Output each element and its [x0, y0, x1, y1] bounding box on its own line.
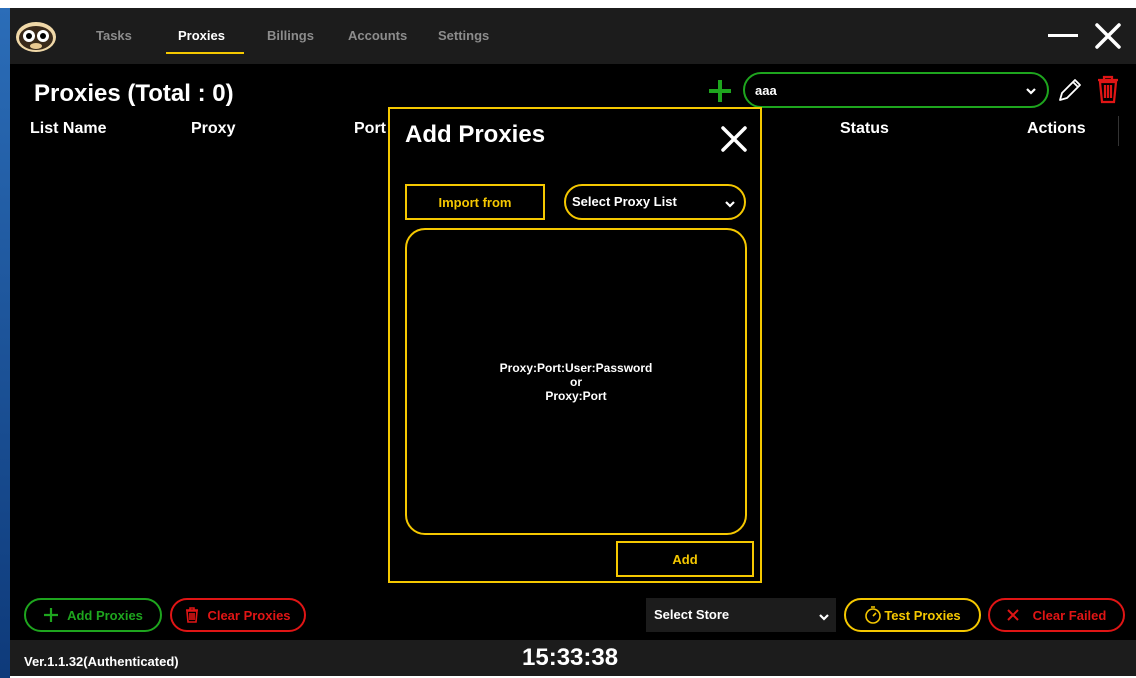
column-header-status: Status	[840, 120, 889, 137]
desktop-edge	[0, 8, 10, 678]
test-proxies-button[interactable]: Test Proxies	[844, 598, 981, 632]
close-icon[interactable]	[720, 125, 748, 153]
placeholder-line: or	[570, 374, 582, 389]
clear-proxies-label: Clear Proxies	[207, 607, 291, 623]
page-title: Proxies (Total : 0)	[34, 80, 234, 107]
trash-icon[interactable]	[1096, 74, 1120, 104]
monkey-logo-icon	[14, 20, 58, 54]
tab-proxies[interactable]: Proxies	[178, 28, 225, 43]
app-window: Tasks Proxies Billings Accounts Settings…	[10, 8, 1136, 676]
tab-settings[interactable]: Settings	[438, 28, 489, 43]
select-proxy-list-value: Select Proxy List	[572, 194, 677, 209]
trash-icon	[186, 607, 199, 623]
add-proxies-button[interactable]: Add Proxies	[24, 598, 162, 632]
clock: 15:33:38	[522, 644, 619, 671]
close-icon[interactable]	[1094, 22, 1122, 50]
proxy-list-select-value: aaa	[755, 83, 777, 98]
chevron-down-icon	[724, 197, 736, 209]
stopwatch-icon	[865, 606, 882, 624]
column-header-actions: Actions	[1027, 120, 1086, 137]
modal-title: Add Proxies	[405, 121, 546, 148]
tab-billings[interactable]: Billings	[267, 28, 314, 43]
x-icon	[1006, 609, 1019, 621]
column-divider	[1118, 116, 1119, 146]
clear-failed-button[interactable]: Clear Failed	[988, 598, 1125, 632]
proxy-textarea[interactable]: Proxy:Port:User:Password or Proxy:Port	[405, 228, 747, 535]
add-proxies-modal: Add Proxies Import from Select Proxy Lis…	[388, 107, 762, 583]
placeholder-line: Proxy:Port	[545, 388, 607, 403]
select-store-value: Select Store	[654, 607, 730, 622]
add-button[interactable]: Add	[616, 541, 754, 577]
proxy-list-select[interactable]: aaa	[743, 72, 1049, 108]
import-from-button[interactable]: Import from	[405, 184, 545, 220]
title-bar: Tasks Proxies Billings Accounts Settings	[10, 8, 1136, 64]
chevron-down-icon	[818, 610, 830, 622]
screen-top-edge	[0, 0, 1136, 8]
tab-accounts[interactable]: Accounts	[348, 28, 407, 43]
plus-icon	[44, 608, 59, 622]
plus-icon[interactable]	[707, 78, 733, 104]
column-header-list-name: List Name	[30, 120, 107, 137]
version-label: Ver.1.1.32(Authenticated)	[24, 654, 179, 669]
status-bar: Ver.1.1.32(Authenticated) 15:33:38	[10, 640, 1136, 676]
active-tab-indicator	[166, 52, 244, 54]
minimize-icon[interactable]	[1048, 34, 1078, 37]
clear-proxies-button[interactable]: Clear Proxies	[170, 598, 306, 632]
add-proxies-label: Add Proxies	[67, 607, 143, 623]
column-header-proxy: Proxy	[191, 120, 236, 137]
column-header-port: Port	[354, 120, 386, 137]
select-store-dropdown[interactable]: Select Store	[646, 598, 836, 632]
placeholder-line: Proxy:Port:User:Password	[499, 360, 653, 375]
test-proxies-label: Test Proxies	[884, 607, 961, 623]
chevron-down-icon	[1025, 84, 1037, 96]
tab-tasks[interactable]: Tasks	[96, 28, 132, 43]
select-proxy-list-dropdown[interactable]: Select Proxy List	[564, 184, 746, 220]
clear-failed-label: Clear Failed	[1032, 607, 1107, 623]
pencil-icon[interactable]	[1056, 76, 1084, 104]
